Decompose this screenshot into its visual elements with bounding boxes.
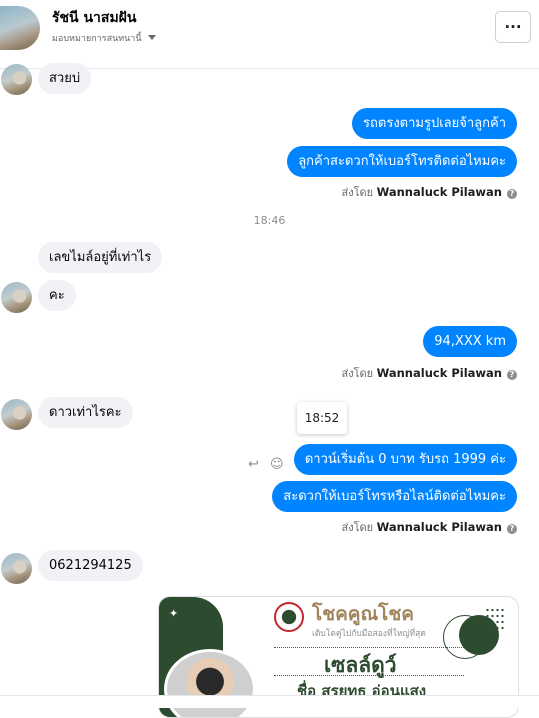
sender-name: Wannaluck Pilawan: [376, 520, 502, 534]
sent-by-label: ส่งโดย Wannaluck Pilawan?: [341, 518, 517, 536]
contact-avatar[interactable]: [0, 6, 40, 50]
contact-avatar-small[interactable]: [1, 553, 32, 584]
more-options-button[interactable]: ···: [495, 11, 531, 43]
caret-down-icon: [147, 35, 156, 40]
info-icon[interactable]: ?: [507, 524, 517, 534]
sender-name: Wannaluck Pilawan: [376, 185, 502, 199]
info-icon[interactable]: ?: [507, 370, 517, 380]
contact-avatar-small[interactable]: [1, 64, 32, 95]
sent-by-label: ส่งโดย Wannaluck Pilawan?: [341, 364, 517, 382]
card-brand: โชคคูณโชค: [312, 603, 414, 625]
time-tooltip: 18:52: [297, 402, 347, 434]
contact-avatar-small[interactable]: [1, 282, 32, 313]
outgoing-message[interactable]: 94,XXX km: [423, 326, 517, 357]
sender-name: Wannaluck Pilawan: [376, 366, 502, 380]
divider: [274, 675, 464, 676]
reply-icon[interactable]: ↩: [248, 457, 259, 472]
assign-conversation-dropdown[interactable]: มอบหมายการสนทนานี้: [52, 31, 156, 45]
card-title: เซลล์ดูว์: [324, 653, 397, 677]
sparkle-icon: ✦: [169, 607, 179, 620]
message-timestamp: 18:46: [253, 214, 286, 227]
incoming-message[interactable]: เลขไมล์อยู่ที่เท่าไร: [38, 242, 163, 273]
incoming-message[interactable]: คะ: [38, 280, 76, 311]
card-tagline: เติบโตคู่ไปกับมือสองที่ใหญ่ที่สุด: [312, 629, 426, 639]
outgoing-message[interactable]: ลูกค้าสะดวกให้เบอร์โทรติดต่อไหมคะ: [287, 146, 517, 177]
incoming-message[interactable]: ดาวเท่าไรคะ: [38, 397, 133, 428]
conversation-header: รัชนี นาสมฝัน มอบหมายการสนทนานี้ ···: [0, 0, 539, 69]
outgoing-message[interactable]: รถตรงตามรูปเลยจ้าลูกค้า: [352, 108, 517, 139]
sent-by-label: ส่งโดย Wannaluck Pilawan?: [341, 183, 517, 201]
outgoing-message[interactable]: สะดวกให้เบอร์โทรหรือไลน์ติดต่อไหมคะ: [272, 481, 517, 512]
incoming-message[interactable]: 0621294125: [38, 550, 143, 581]
composer-edge: [0, 695, 539, 708]
contact-avatar-small[interactable]: [1, 399, 32, 430]
react-emoji-icon[interactable]: ☺: [270, 457, 284, 472]
outgoing-message[interactable]: ดาวน์เริ่มต้น 0 บาท รับรถ 1999 ค่ะ: [293, 444, 517, 475]
info-icon[interactable]: ?: [507, 189, 517, 199]
contact-name[interactable]: รัชนี นาสมฝัน: [52, 7, 136, 29]
incoming-message[interactable]: สวยบ่: [38, 63, 92, 94]
brand-logo-icon: [274, 602, 304, 632]
circle-decoration: [459, 615, 499, 655]
divider: [274, 647, 464, 648]
assign-label: มอบหมายการสนทนานี้: [52, 34, 142, 44]
